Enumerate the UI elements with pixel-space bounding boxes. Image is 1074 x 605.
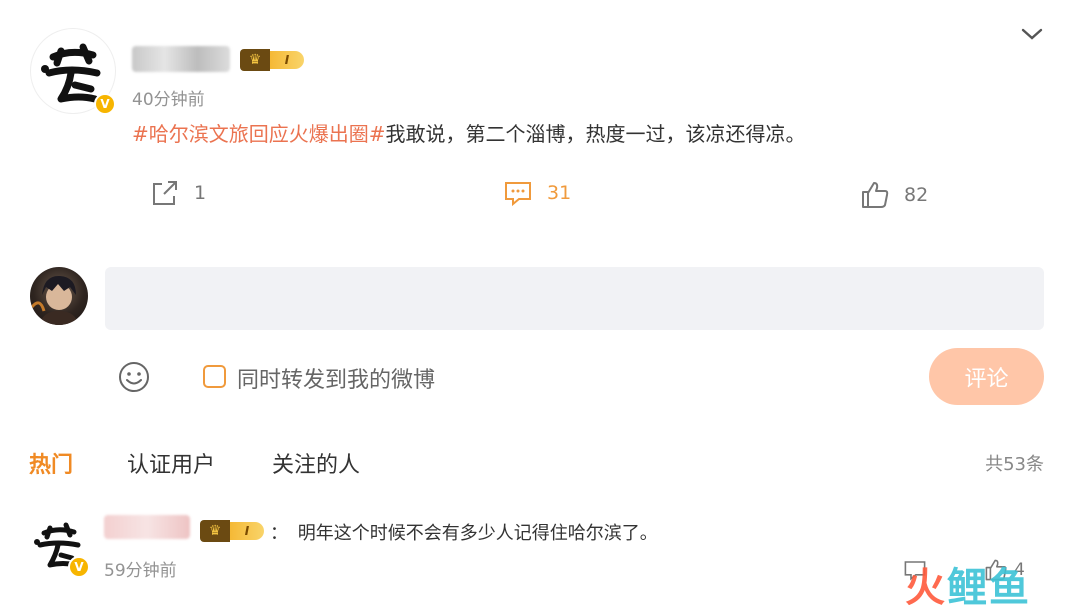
submit-comment-button[interactable]: 评论 bbox=[929, 348, 1044, 405]
post-time[interactable]: 40分钟前 bbox=[132, 85, 205, 110]
post-text: 我敢说，第二个淄博，热度一过，该凉还得凉。 bbox=[385, 122, 806, 146]
crown-icon: ♛ bbox=[200, 520, 230, 542]
commenter-name-blurred[interactable] bbox=[104, 515, 190, 539]
verified-icon: V bbox=[68, 556, 90, 578]
comment-total: 共53条 bbox=[985, 454, 1044, 475]
thumbs-up-icon bbox=[862, 182, 889, 208]
post-body: #哈尔滨文旅回应火爆出圈#我敢说，第二个淄博，热度一过，该凉还得凉。 bbox=[132, 118, 806, 147]
comment-button[interactable]: 31 bbox=[503, 178, 571, 208]
tab-verified-users[interactable]: 认证用户 bbox=[127, 447, 215, 479]
comment-time[interactable]: 59分钟前 bbox=[104, 556, 177, 581]
comment-count: 31 bbox=[547, 182, 572, 204]
hashtag-link[interactable]: #哈尔滨文旅回应火爆出圈# bbox=[132, 122, 386, 146]
vip-level: I bbox=[270, 51, 304, 69]
comment-body: ： 明年这个时候不会有多少人记得住哈尔滨了。 bbox=[270, 519, 658, 545]
tab-following[interactable]: 关注的人 bbox=[272, 447, 360, 479]
current-user-avatar[interactable] bbox=[30, 267, 88, 325]
watermark-logo: 火鲤鱼 bbox=[905, 565, 1031, 605]
comment-text: 明年这个时候不会有多少人记得住哈尔滨了。 bbox=[297, 523, 658, 544]
verified-icon: V bbox=[94, 93, 116, 115]
author-name-blurred[interactable] bbox=[132, 46, 230, 72]
share-icon bbox=[153, 181, 177, 205]
forward-button[interactable]: 1 bbox=[150, 178, 206, 208]
anime-avatar-icon bbox=[30, 275, 78, 325]
comment-icon bbox=[505, 182, 531, 207]
like-count: 82 bbox=[904, 184, 929, 206]
forward-count: 1 bbox=[194, 182, 207, 204]
vip-badge[interactable]: ♛ I bbox=[200, 520, 264, 542]
forward-label[interactable]: 同时转发到我的微博 bbox=[237, 362, 435, 394]
forward-checkbox[interactable] bbox=[203, 365, 226, 388]
comment-separator: ： bbox=[270, 523, 288, 544]
crown-icon: ♛ bbox=[240, 49, 270, 71]
vip-badge[interactable]: ♛ I bbox=[240, 49, 304, 71]
like-button[interactable]: 82 bbox=[860, 180, 928, 210]
chevron-down-icon[interactable] bbox=[1020, 22, 1044, 46]
vip-level: I bbox=[230, 522, 264, 540]
tab-hot[interactable]: 热门 bbox=[29, 447, 73, 479]
comment-input[interactable] bbox=[105, 267, 1044, 330]
emoji-icon[interactable] bbox=[117, 360, 151, 394]
